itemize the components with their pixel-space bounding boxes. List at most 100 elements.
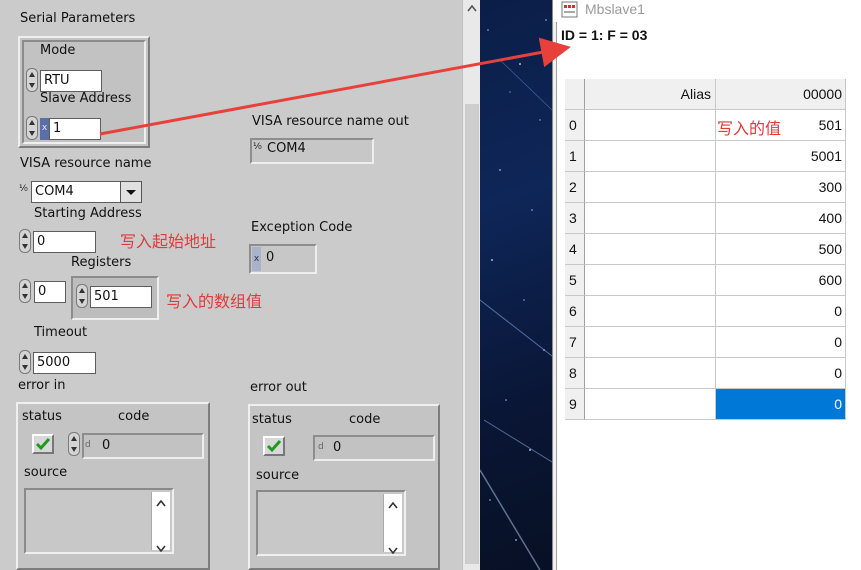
timeout-label: Timeout [34,325,88,340]
register-value-cell[interactable]: 5001 [716,141,846,172]
table-row: 80 [565,358,861,389]
register-value-cell[interactable]: 0 [716,296,846,327]
row-index-cell[interactable]: 6 [565,296,585,327]
table-row: 1 5001 [565,141,861,172]
error-in-status-checkbox[interactable] [32,434,54,454]
error-out-source-textarea [256,490,406,556]
mode-ring-spinner[interactable] [26,68,38,92]
error-out-status-label: status [252,412,292,427]
annotation-array-value: 写入的数组值 [166,292,263,311]
annotation-start-address: 写入起始地址 [120,232,217,251]
exception-code-radix: x [252,247,261,271]
alias-cell[interactable] [585,265,716,296]
chevron-up-icon [467,4,477,12]
panel-scrollbar[interactable] [462,0,481,570]
error-in-source-scrollbar[interactable] [151,492,170,553]
timeout-input[interactable]: 5000 [33,352,96,374]
error-out-code-label: code [349,412,381,427]
slave-address-input[interactable]: 1 [49,118,101,140]
table-row: 2 300 [565,172,861,203]
row-index-cell[interactable]: 7 [565,327,585,358]
mbslave-window: Mbslave1 ID = 1: F = 03 Alias 00000 0 501… [552,0,861,570]
error-in-code-radix: d [85,440,91,450]
register-value-cell[interactable]: 500 [716,234,846,265]
row-index-cell[interactable]: 8 [565,358,585,389]
chevron-down-icon [126,190,136,195]
visa-resource-input[interactable]: COM4 [31,181,121,203]
registers-index-spinner[interactable] [19,279,31,303]
register-value-cell[interactable]: 0 [716,358,846,389]
error-out-label: error out [250,380,307,395]
alias-cell[interactable] [585,234,716,265]
desktop-background [480,0,552,570]
visa-resource-label: VISA resource name [20,156,152,171]
error-out-source-scrollbar[interactable] [383,494,402,555]
row-index-cell[interactable]: 5 [565,265,585,296]
error-out-status-led [263,436,285,456]
row-index-cell[interactable]: 3 [565,203,585,234]
visa-resource-out-label: VISA resource name out [252,114,409,129]
register-value-cell[interactable]: 400 [716,203,846,234]
row-index-cell[interactable]: 1 [565,141,585,172]
error-in-label: error in [18,378,66,393]
register-value-cell[interactable]: 600 [716,265,846,296]
starting-address-spinner[interactable] [19,229,31,253]
row-index-cell[interactable]: 0 [565,110,585,141]
checkmark-icon [35,438,51,451]
registers-element-input[interactable]: 501 [90,286,152,308]
alias-cell[interactable] [585,296,716,327]
table-row: 5 600 [565,265,861,296]
alias-cell[interactable] [585,358,716,389]
alias-cell[interactable] [585,327,716,358]
serial-parameters-label: Serial Parameters [20,11,136,26]
slave-address-spinner[interactable] [26,116,38,140]
mbslave-title: Mbslave1 [585,1,645,17]
labview-front-panel: Serial Parameters Mode RTU Slave Address… [0,0,462,570]
corner-cell [565,79,585,110]
error-in-source-textarea[interactable] [24,488,174,554]
alias-cell[interactable] [585,203,716,234]
registers-element-spinner[interactable] [76,284,88,308]
table-row: 0 501 [565,110,861,141]
mbslave-status-line: ID = 1: F = 03 [561,27,648,43]
register-value-cell[interactable]: 0 [716,389,846,420]
alias-cell[interactable] [585,141,716,172]
slave-address-radix: x [40,118,49,140]
slave-address-label: Slave Address [40,91,132,106]
error-in-status-label: status [22,409,62,424]
alias-cell[interactable] [585,110,716,141]
column-header-alias[interactable]: Alias [585,79,716,110]
annotation-written-value: 写入的值 [717,119,782,138]
table-row: 90 [565,389,861,420]
error-out-code-indicator: 0 [313,435,435,461]
mbslave-titlebar[interactable]: Mbslave1 [553,0,861,22]
error-out-code-radix: d [318,442,324,452]
table-header-row: Alias 00000 [565,79,861,110]
registers-index-input[interactable]: 0 [34,281,66,303]
alias-cell[interactable] [585,172,716,203]
mode-label: Mode [40,43,76,58]
visa-io-icon: ⅟₀ [253,142,262,152]
row-index-cell[interactable]: 9 [565,389,585,420]
timeout-spinner[interactable] [19,350,31,374]
table-row: 70 [565,327,861,358]
table-row: 60 [565,296,861,327]
error-in-code-input[interactable]: 0 [82,433,204,459]
scrollbar-thumb[interactable] [465,104,479,564]
register-value-cell[interactable]: 0 [716,327,846,358]
register-value-cell[interactable]: 300 [716,172,846,203]
starting-address-label: Starting Address [34,206,142,221]
alias-cell[interactable] [585,389,716,420]
visa-dropdown-button[interactable] [120,181,142,203]
registers-label: Registers [71,255,132,270]
mode-ring[interactable]: RTU [40,70,102,92]
row-index-cell[interactable]: 4 [565,234,585,265]
row-index-cell[interactable]: 2 [565,172,585,203]
error-in-code-spinner[interactable] [68,432,80,456]
column-header-address[interactable]: 00000 [716,79,846,110]
table-row: 4 500 [565,234,861,265]
starting-address-input[interactable]: 0 [33,231,96,253]
visa-io-icon: ⅟₀ [19,184,28,194]
starfield-image [480,19,552,570]
table-row: 3 400 [565,203,861,234]
